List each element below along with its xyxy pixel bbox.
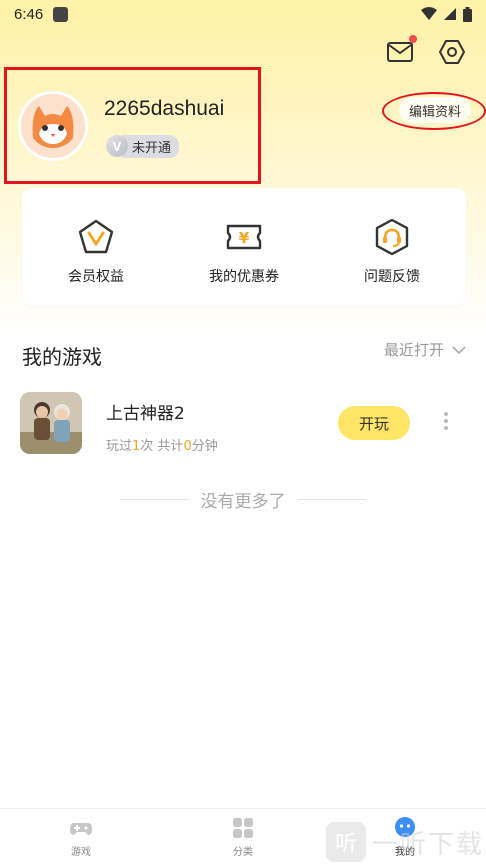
chevron-down-icon bbox=[452, 345, 466, 354]
vip-status-label: 未开通 bbox=[122, 134, 180, 158]
play-minutes: 0 bbox=[183, 439, 192, 454]
settings-icon[interactable] bbox=[438, 38, 466, 66]
quick-action-label: 问题反馈 bbox=[364, 269, 420, 285]
watermark-text: 一听下载 bbox=[372, 829, 485, 860]
profile-highlight-box bbox=[4, 67, 261, 184]
play-button[interactable]: 开玩 bbox=[338, 406, 410, 440]
game-title: 上古神器2 bbox=[106, 404, 185, 424]
quick-action-feedback[interactable]: 问题反馈 bbox=[337, 218, 447, 286]
watermark: 听 一听下载 bbox=[326, 822, 484, 862]
my-games-title: 我的游戏 bbox=[22, 345, 102, 369]
dot bbox=[444, 412, 448, 416]
divider bbox=[297, 499, 366, 500]
list-end-indicator: 没有更多了 bbox=[120, 487, 366, 512]
notification-app-icon bbox=[53, 6, 69, 22]
game-thumbnail[interactable] bbox=[20, 392, 82, 454]
stats-prefix: 玩过 bbox=[106, 439, 133, 454]
game-list-item[interactable]: 上古神器2 玩过1次 共计0分钟 开玩 bbox=[20, 392, 466, 456]
stats-suffix: 分钟 bbox=[191, 439, 218, 454]
signal-icon bbox=[444, 8, 456, 20]
sort-dropdown[interactable]: 最近打开 bbox=[384, 339, 466, 360]
divider bbox=[120, 499, 189, 500]
tab-categories[interactable]: 分类 bbox=[193, 816, 293, 858]
dot bbox=[444, 426, 448, 430]
edit-highlight-ellipse bbox=[382, 92, 486, 130]
quick-action-label: 会员权益 bbox=[68, 269, 124, 285]
game-art-icon bbox=[20, 392, 82, 454]
dot bbox=[444, 419, 448, 423]
unread-dot bbox=[409, 35, 417, 43]
coupon-yen-glyph: ¥ bbox=[239, 229, 250, 247]
headset-feedback-icon bbox=[375, 218, 409, 256]
watermark-logo: 听 bbox=[326, 822, 366, 862]
end-text: 没有更多了 bbox=[200, 492, 286, 512]
stats-middle: 次 共计 bbox=[140, 439, 184, 454]
tab-label: 游戏 bbox=[71, 846, 91, 858]
gamepad-icon bbox=[70, 822, 92, 835]
quick-action-coupons[interactable]: ¥ 我的优惠券 bbox=[189, 218, 299, 286]
sort-label: 最近打开 bbox=[383, 341, 444, 359]
mail-icon[interactable] bbox=[386, 35, 417, 66]
quick-actions-card: 会员权益 ¥ 我的优惠券 问题反馈 bbox=[22, 188, 466, 306]
tab-label: 分类 bbox=[233, 846, 253, 858]
status-indicators bbox=[421, 6, 472, 22]
category-grid-icon bbox=[233, 817, 253, 838]
tab-games[interactable]: 游戏 bbox=[31, 816, 131, 858]
vip-status-badge[interactable]: V 未开通 bbox=[106, 134, 180, 158]
vip-pentagon-icon bbox=[78, 219, 114, 254]
quick-action-vip-benefits[interactable]: 会员权益 bbox=[41, 218, 151, 286]
battery-icon bbox=[463, 6, 472, 22]
game-play-stats: 玩过1次 共计0分钟 bbox=[106, 435, 218, 454]
status-bar: 6:46 bbox=[0, 0, 486, 28]
more-options-icon[interactable] bbox=[442, 412, 450, 436]
status-time: 6:46 bbox=[14, 5, 44, 23]
wifi-icon bbox=[421, 7, 437, 20]
quick-action-label: 我的优惠券 bbox=[209, 269, 279, 285]
coupon-icon: ¥ bbox=[226, 224, 262, 250]
vip-icon: V bbox=[106, 135, 128, 157]
header-actions bbox=[386, 35, 466, 66]
